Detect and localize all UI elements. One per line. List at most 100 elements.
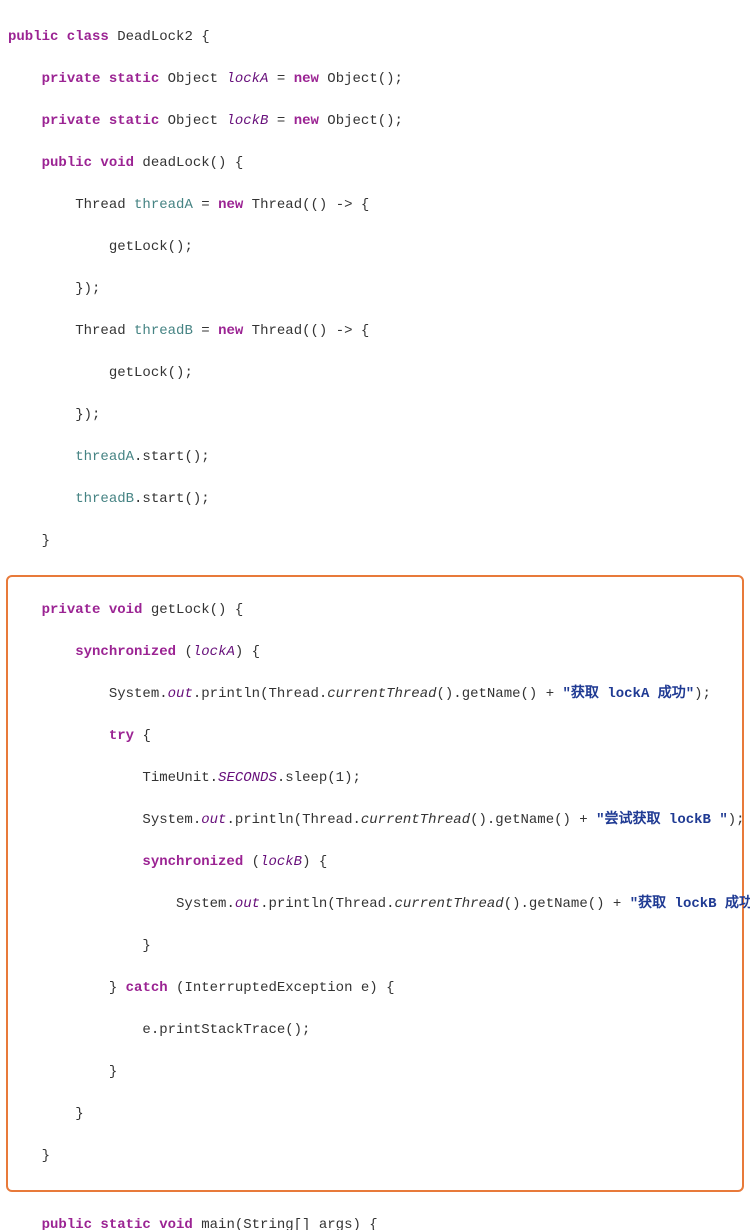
field: lockA bbox=[193, 644, 235, 660]
code-line: private static Object lockA = new Object… bbox=[8, 69, 742, 90]
text: System. bbox=[142, 812, 201, 828]
indent bbox=[8, 938, 142, 954]
text: System. bbox=[176, 896, 235, 912]
indent bbox=[8, 812, 142, 828]
text: main(String[] args) { bbox=[193, 1217, 378, 1230]
indent bbox=[8, 407, 75, 423]
indent bbox=[8, 644, 75, 660]
text: } bbox=[42, 533, 50, 549]
code-line: threadA.start(); bbox=[8, 447, 742, 468]
text: Thread(() -> { bbox=[243, 323, 369, 339]
variable: threadB bbox=[134, 323, 193, 339]
indent bbox=[8, 602, 42, 618]
text: } bbox=[109, 980, 126, 996]
code-line: synchronized (lockB) { bbox=[8, 852, 742, 873]
text: ().getName() + bbox=[437, 686, 563, 702]
text: } bbox=[75, 1106, 83, 1122]
indent bbox=[8, 197, 75, 213]
code-line: TimeUnit.SECONDS.sleep(1); bbox=[8, 768, 742, 789]
field: lockA bbox=[226, 71, 268, 87]
text: Object(); bbox=[319, 71, 403, 87]
keyword: new bbox=[218, 323, 243, 339]
variable: threadA bbox=[75, 449, 134, 465]
code-line: try { bbox=[8, 726, 742, 747]
code-line: Thread threadB = new Thread(() -> { bbox=[8, 321, 742, 342]
code-line: } bbox=[8, 1062, 742, 1083]
field: out bbox=[168, 686, 193, 702]
code-line: System.out.println(Thread.currentThread(… bbox=[8, 894, 742, 915]
highlight-region: private void getLock() { synchronized (l… bbox=[6, 575, 744, 1192]
indent bbox=[8, 728, 109, 744]
code-line: } bbox=[8, 531, 742, 552]
keyword: public void bbox=[42, 155, 134, 171]
keyword: catch bbox=[126, 980, 168, 996]
type: Thread bbox=[75, 323, 134, 339]
indent bbox=[8, 365, 109, 381]
code-line: }); bbox=[8, 405, 742, 426]
string-literal: "获取 lockA 成功" bbox=[563, 686, 695, 702]
field: out bbox=[235, 896, 260, 912]
code-line: private void getLock() { bbox=[8, 600, 742, 621]
indent bbox=[8, 1064, 109, 1080]
method: currentThread bbox=[394, 896, 503, 912]
code-line: } bbox=[8, 1146, 742, 1167]
text: } bbox=[42, 1148, 50, 1164]
variable: threadB bbox=[75, 491, 134, 507]
indent bbox=[8, 1106, 75, 1122]
keyword: synchronized bbox=[75, 644, 176, 660]
text: Object(); bbox=[319, 113, 403, 129]
field: SECONDS bbox=[218, 770, 277, 786]
keyword: new bbox=[218, 197, 243, 213]
method: currentThread bbox=[361, 812, 470, 828]
indent bbox=[8, 491, 75, 507]
field: out bbox=[201, 812, 226, 828]
code-line: synchronized (lockA) { bbox=[8, 642, 742, 663]
text: .println(Thread. bbox=[226, 812, 360, 828]
type: Object bbox=[159, 113, 226, 129]
text: getLock(); bbox=[109, 239, 193, 255]
code-line: } bbox=[8, 936, 742, 957]
variable: threadA bbox=[134, 197, 193, 213]
indent bbox=[8, 113, 42, 129]
text: ) { bbox=[302, 854, 327, 870]
text: = bbox=[193, 197, 218, 213]
text: ().getName() + bbox=[470, 812, 596, 828]
code-block: public class DeadLock2 { private static … bbox=[0, 0, 750, 1230]
code-line: } catch (InterruptedException e) { bbox=[8, 978, 742, 999]
text: { bbox=[134, 728, 151, 744]
code-line: System.out.println(Thread.currentThread(… bbox=[8, 684, 742, 705]
text: ().getName() + bbox=[504, 896, 630, 912]
type: Thread bbox=[75, 197, 134, 213]
indent bbox=[8, 281, 75, 297]
class-name: DeadLock2 { bbox=[109, 29, 210, 45]
code-line: private static Object lockB = new Object… bbox=[8, 111, 742, 132]
keyword: synchronized bbox=[142, 854, 243, 870]
text: ); bbox=[694, 686, 711, 702]
indent bbox=[8, 239, 109, 255]
type: Object bbox=[159, 71, 226, 87]
text: getLock(); bbox=[109, 365, 193, 381]
code-line: Thread threadA = new Thread(() -> { bbox=[8, 195, 742, 216]
text: ) { bbox=[235, 644, 260, 660]
text: .start(); bbox=[134, 449, 210, 465]
text: } bbox=[109, 1064, 117, 1080]
code-line: public class DeadLock2 { bbox=[8, 27, 742, 48]
indent bbox=[8, 1022, 142, 1038]
text: = bbox=[268, 113, 293, 129]
text: = bbox=[193, 323, 218, 339]
keyword: new bbox=[294, 113, 319, 129]
code-line: public void deadLock() { bbox=[8, 153, 742, 174]
text: .start(); bbox=[134, 491, 210, 507]
field: lockB bbox=[226, 113, 268, 129]
indent bbox=[8, 533, 42, 549]
code-line: threadB.start(); bbox=[8, 489, 742, 510]
indent bbox=[8, 980, 109, 996]
indent bbox=[8, 896, 176, 912]
indent bbox=[8, 770, 142, 786]
text: TimeUnit. bbox=[142, 770, 218, 786]
text: = bbox=[268, 71, 293, 87]
text: getLock() { bbox=[142, 602, 243, 618]
keyword: private static bbox=[42, 113, 160, 129]
code-line: getLock(); bbox=[8, 237, 742, 258]
code-line: public static void main(String[] args) { bbox=[8, 1215, 742, 1230]
